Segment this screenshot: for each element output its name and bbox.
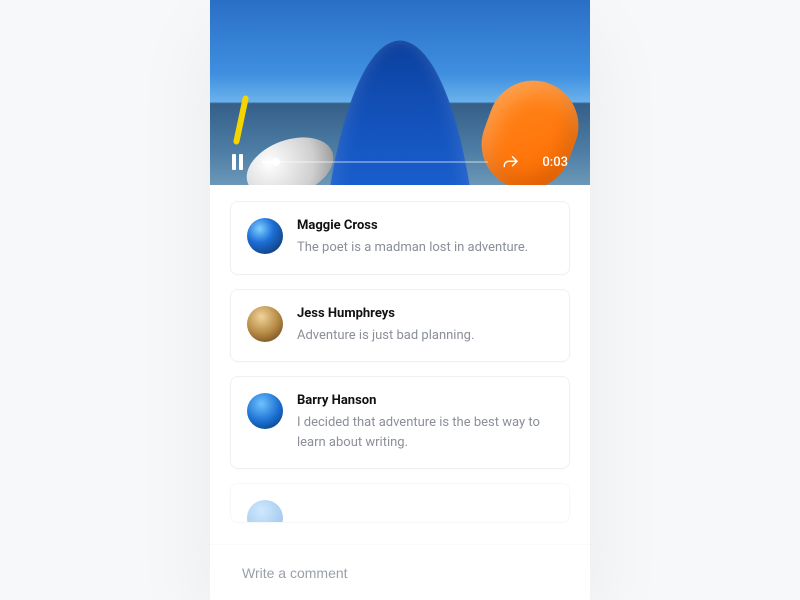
video-player[interactable]: 0:03: [210, 0, 590, 185]
comment-card[interactable]: Jess Humphreys Adventure is just bad pla…: [230, 289, 570, 363]
avatar: [247, 500, 283, 523]
comment-card[interactable]: Barry Hanson I decided that adventure is…: [230, 376, 570, 469]
avatar: [247, 218, 283, 254]
comment-text: Adventure is just bad planning.: [297, 326, 551, 346]
comment-composer[interactable]: [210, 544, 590, 600]
comment-text: I decided that adventure is the best way…: [297, 413, 551, 452]
comment-card[interactable]: [230, 483, 570, 523]
pause-button[interactable]: [232, 154, 248, 170]
video-time: 0:03: [534, 155, 568, 170]
comment-author: Jess Humphreys: [297, 306, 551, 321]
comment-author: Maggie Cross: [297, 218, 551, 233]
comment-card[interactable]: Maggie Cross The poet is a madman lost i…: [230, 201, 570, 275]
phone-frame: 0:03 Maggie Cross The poet is a madman l…: [210, 0, 590, 600]
video-controls: 0:03: [210, 153, 590, 171]
comments-list: Maggie Cross The poet is a madman lost i…: [210, 185, 590, 523]
avatar: [247, 393, 283, 429]
progress-handle[interactable]: [272, 158, 280, 166]
share-icon[interactable]: [502, 153, 520, 171]
comment-author: Barry Hanson: [297, 393, 551, 408]
avatar: [247, 306, 283, 342]
progress-bar[interactable]: [262, 161, 488, 163]
comment-text: The poet is a madman lost in adventure.: [297, 238, 551, 258]
comment-input[interactable]: [242, 565, 558, 581]
